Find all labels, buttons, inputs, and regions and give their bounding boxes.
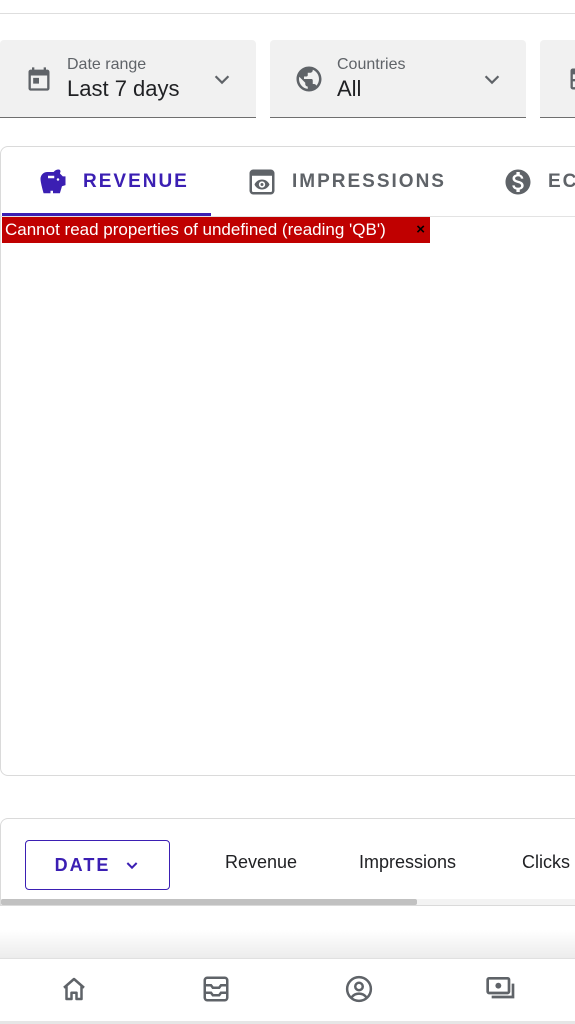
metric-tabs: REVENUE IMPRESSIONS EC	[1, 147, 575, 217]
top-app-bar	[0, 0, 575, 14]
nav-payments[interactable]	[485, 975, 517, 1007]
tab-revenue-label: REVENUE	[83, 171, 189, 192]
countries-label: Countries	[337, 55, 406, 73]
countries-select[interactable]: Countries All	[270, 40, 526, 118]
calendar-icon	[24, 64, 54, 94]
inbox-icon	[201, 974, 231, 1009]
chart-card: REVENUE IMPRESSIONS EC Cannot read prope…	[0, 146, 575, 776]
tab-impressions-label: IMPRESSIONS	[292, 171, 446, 192]
tab-impressions[interactable]: IMPRESSIONS	[246, 147, 446, 217]
horizontal-scrollbar[interactable]	[1, 899, 417, 905]
error-banner: Cannot read properties of undefined (rea…	[2, 217, 430, 243]
date-range-select[interactable]: Date range Last 7 days	[0, 40, 256, 118]
date-range-label: Date range	[67, 55, 147, 73]
date-range-value: Last 7 days	[67, 75, 180, 101]
globe-icon	[294, 64, 324, 94]
nav-account[interactable]	[343, 975, 375, 1007]
tab-revenue[interactable]: REVENUE	[37, 147, 189, 217]
countries-value: All	[337, 75, 362, 101]
account-icon	[344, 974, 374, 1009]
group-by-label: DATE	[54, 854, 111, 875]
eye-icon	[246, 166, 278, 198]
third-filter-select[interactable]	[540, 40, 575, 118]
bottom-navigation	[0, 958, 575, 1024]
home-icon	[59, 974, 89, 1009]
report-table: DATE Revenue Impressions Clicks	[0, 818, 575, 906]
table-icon	[566, 64, 575, 94]
column-header-impressions[interactable]: Impressions	[359, 852, 456, 873]
active-tab-indicator	[2, 213, 211, 216]
close-icon[interactable]: ×	[416, 217, 425, 243]
column-header-clicks[interactable]: Clicks	[522, 852, 570, 873]
piggy-bank-icon	[37, 166, 69, 198]
chevron-down-icon	[124, 857, 140, 873]
column-header-revenue[interactable]: Revenue	[225, 852, 297, 873]
tab-ecpm-label: EC	[548, 171, 575, 192]
content-fade	[0, 930, 575, 958]
nav-home[interactable]	[58, 975, 90, 1007]
group-by-date-button[interactable]: DATE	[25, 840, 170, 890]
error-message: Cannot read properties of undefined (rea…	[5, 220, 386, 239]
chevron-down-icon	[210, 67, 234, 91]
dollar-icon	[502, 166, 534, 198]
tab-ecpm[interactable]: EC	[502, 147, 575, 217]
payments-icon	[485, 973, 517, 1010]
chevron-down-icon	[480, 67, 504, 91]
nav-inbox[interactable]	[200, 975, 232, 1007]
page: Date range Last 7 days Countries All REV…	[0, 0, 575, 1024]
